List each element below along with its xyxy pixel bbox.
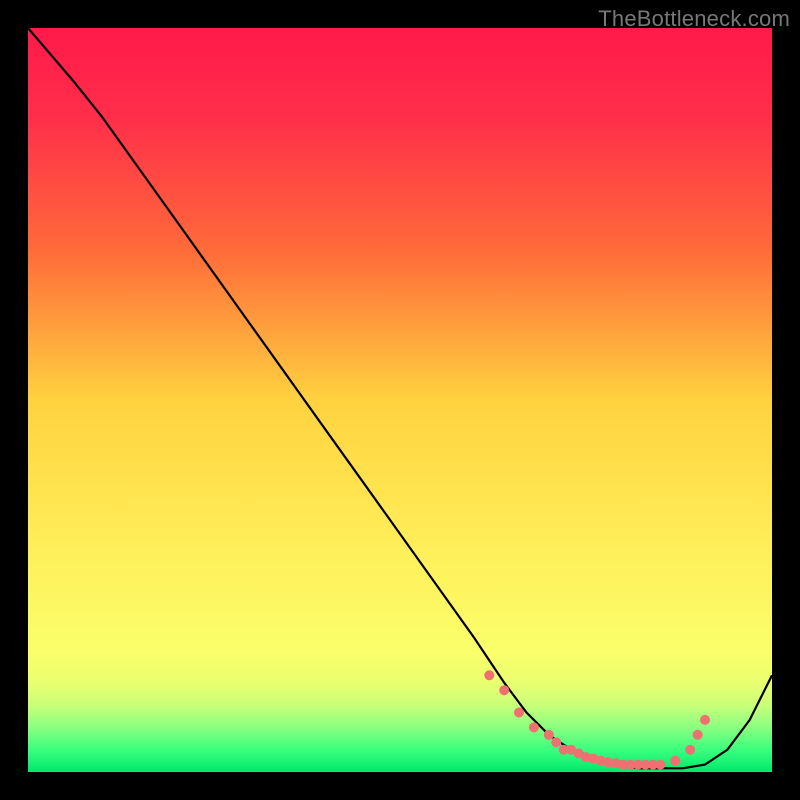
trough-dot — [544, 730, 554, 740]
trough-dot — [618, 760, 628, 770]
trough-dot — [641, 760, 651, 770]
trough-dot — [648, 760, 658, 770]
gradient-plot-area — [28, 28, 772, 772]
trough-markers — [484, 670, 710, 769]
trough-dot — [529, 722, 539, 732]
trough-dot — [633, 760, 643, 770]
trough-dot — [655, 760, 665, 770]
trough-dot — [574, 748, 584, 758]
trough-dot — [566, 745, 576, 755]
trough-dot — [559, 745, 569, 755]
curve-layer — [28, 28, 772, 772]
trough-dot — [603, 757, 613, 767]
trough-dot — [700, 715, 710, 725]
trough-dot — [514, 708, 524, 718]
trough-dot — [685, 745, 695, 755]
trough-dot — [693, 730, 703, 740]
trough-dot — [499, 685, 509, 695]
trough-dot — [626, 760, 636, 770]
trough-dot — [581, 752, 591, 762]
trough-dot — [670, 756, 680, 766]
trough-dot — [596, 756, 606, 766]
watermark-text: TheBottleneck.com — [598, 6, 790, 32]
bottleneck-curve — [28, 28, 772, 768]
trough-dot — [611, 758, 621, 768]
chart-stage: TheBottleneck.com — [0, 0, 800, 800]
trough-dot — [484, 670, 494, 680]
trough-dot — [551, 737, 561, 747]
trough-dot — [588, 754, 598, 764]
